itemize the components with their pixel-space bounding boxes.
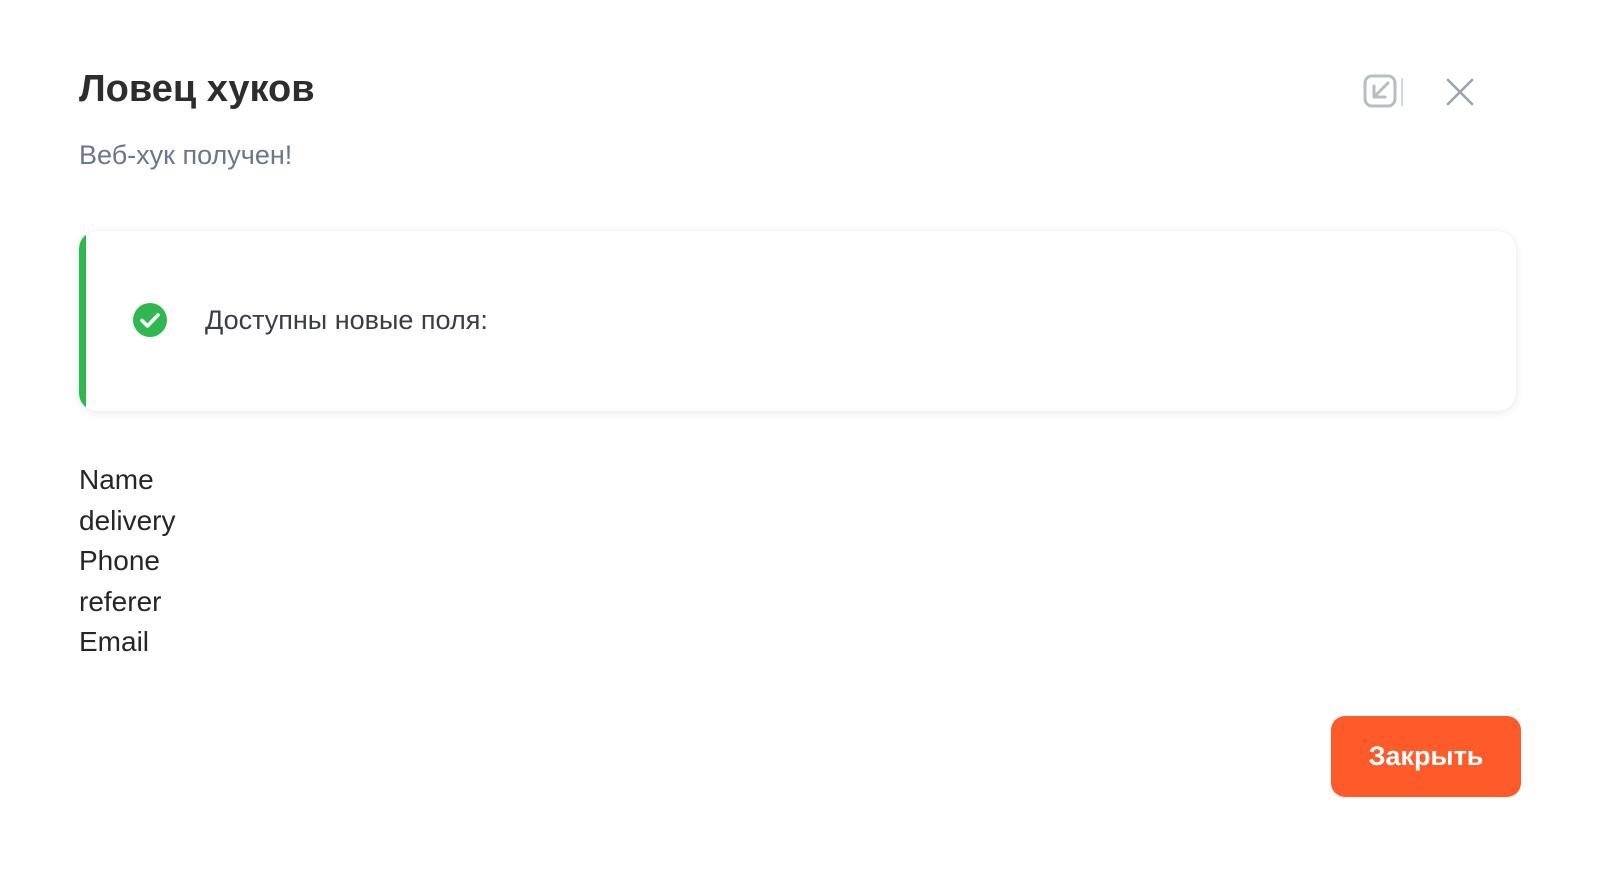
new-fields-list: Name delivery Phone referer Email [79,460,175,663]
list-item: Name [79,464,154,495]
dialog-subtitle: Веб-хук получен! [79,140,293,170]
webhook-catcher-dialog: Ловец хуков Веб-хук получен! Доступны но… [0,0,1598,878]
list-item: Email [79,626,150,657]
list-item: delivery [79,504,176,536]
close-button[interactable]: Закрыть [1331,716,1521,797]
notice-text: Доступны новые поля: [205,305,488,335]
minimize-button[interactable] [1360,68,1408,116]
success-notice: Доступны новые поля: [79,231,1516,411]
close-x-button[interactable] [1436,68,1484,116]
close-icon [1446,78,1474,106]
minimize-icon [1363,74,1403,108]
list-item: Phone [79,545,160,576]
dialog-title: Ловец хуков [79,68,315,110]
list-item: referer [79,585,162,617]
check-circle-icon [133,303,167,337]
notice-accent-bar [79,231,86,411]
header-actions [1360,68,1484,116]
